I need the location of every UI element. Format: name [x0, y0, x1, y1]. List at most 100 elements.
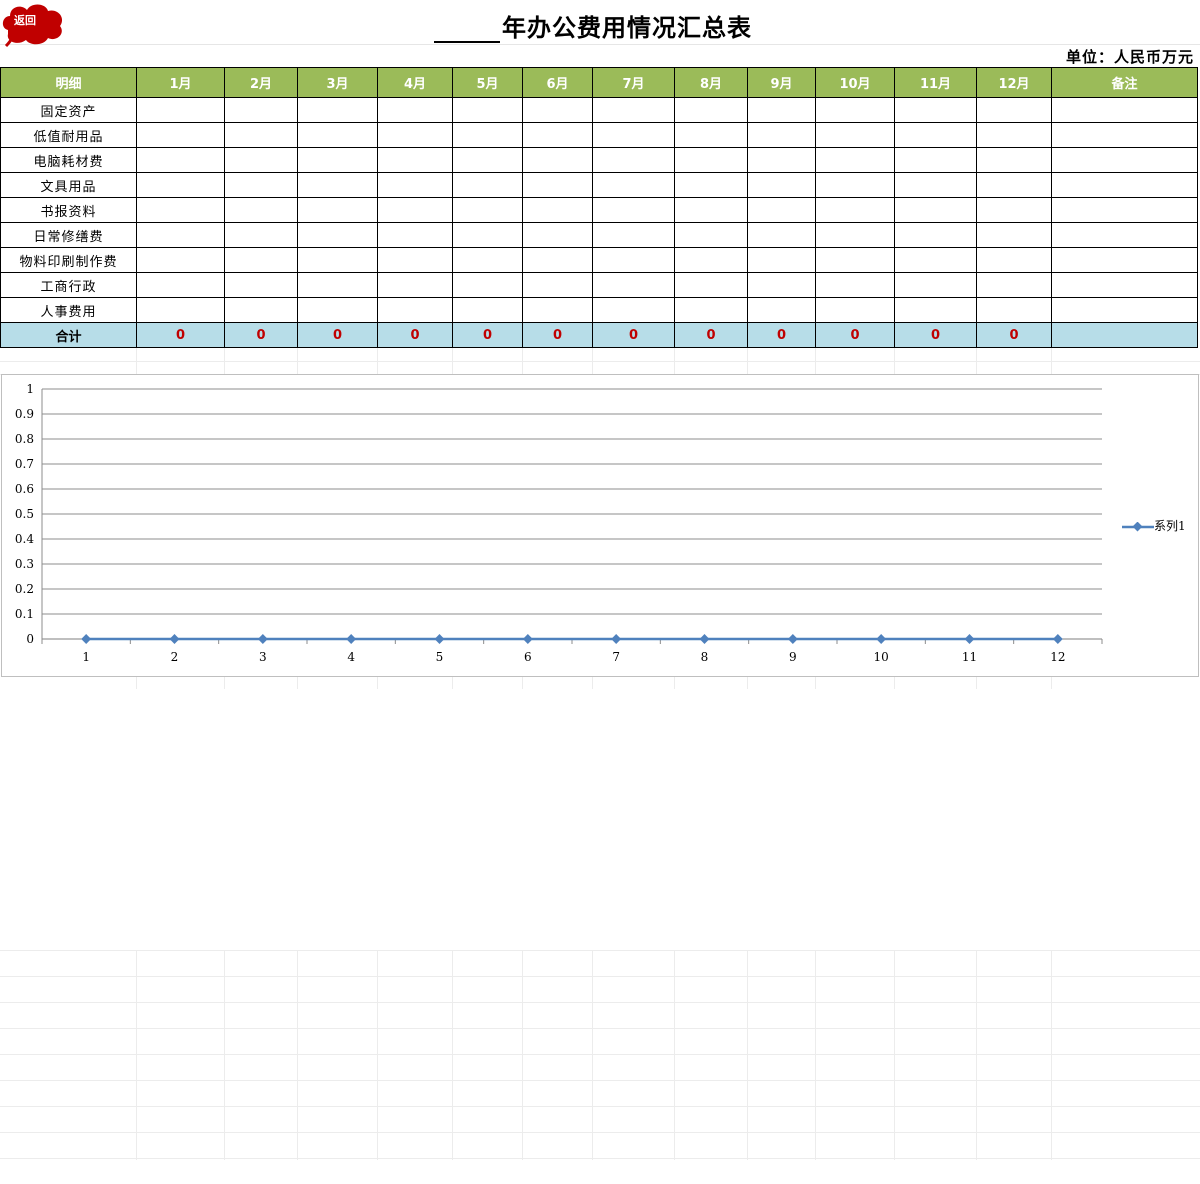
- data-cell[interactable]: [894, 272, 977, 298]
- data-cell[interactable]: [592, 247, 675, 273]
- data-cell[interactable]: [894, 97, 977, 123]
- data-cell[interactable]: [452, 122, 523, 148]
- total-value[interactable]: 0: [522, 322, 593, 348]
- data-cell[interactable]: [747, 97, 816, 123]
- data-cell[interactable]: [976, 197, 1052, 223]
- data-cell[interactable]: [674, 122, 748, 148]
- data-cell[interactable]: [522, 197, 593, 223]
- data-cell[interactable]: [136, 272, 225, 298]
- data-cell[interactable]: [976, 297, 1052, 323]
- data-cell[interactable]: [815, 297, 895, 323]
- total-value[interactable]: 0: [377, 322, 453, 348]
- data-cell[interactable]: [747, 147, 816, 173]
- data-cell[interactable]: [297, 247, 378, 273]
- data-cell[interactable]: [224, 197, 298, 223]
- total-value[interactable]: 0: [674, 322, 748, 348]
- data-cell[interactable]: [815, 147, 895, 173]
- data-cell[interactable]: [592, 122, 675, 148]
- data-cell[interactable]: [452, 197, 523, 223]
- data-cell[interactable]: [377, 197, 453, 223]
- data-cell[interactable]: [297, 147, 378, 173]
- data-cell[interactable]: [1051, 247, 1198, 273]
- data-cell[interactable]: [377, 297, 453, 323]
- total-value[interactable]: 0: [747, 322, 816, 348]
- data-cell[interactable]: [592, 297, 675, 323]
- data-cell[interactable]: [674, 197, 748, 223]
- data-cell[interactable]: [592, 222, 675, 248]
- data-cell[interactable]: [1051, 222, 1198, 248]
- data-cell[interactable]: [674, 272, 748, 298]
- data-cell[interactable]: [452, 272, 523, 298]
- data-cell[interactable]: [377, 247, 453, 273]
- data-cell[interactable]: [815, 172, 895, 198]
- data-cell[interactable]: [522, 272, 593, 298]
- data-cell[interactable]: [224, 272, 298, 298]
- data-cell[interactable]: [522, 122, 593, 148]
- data-cell[interactable]: [224, 222, 298, 248]
- data-cell[interactable]: [452, 297, 523, 323]
- total-value[interactable]: 0: [976, 322, 1052, 348]
- data-cell[interactable]: [452, 222, 523, 248]
- data-cell[interactable]: [522, 247, 593, 273]
- data-cell[interactable]: [452, 97, 523, 123]
- data-cell[interactable]: [894, 197, 977, 223]
- data-cell[interactable]: [297, 272, 378, 298]
- data-cell[interactable]: [747, 222, 816, 248]
- data-cell[interactable]: [224, 172, 298, 198]
- data-cell[interactable]: [452, 172, 523, 198]
- data-cell[interactable]: [592, 147, 675, 173]
- data-cell[interactable]: [815, 272, 895, 298]
- data-cell[interactable]: [297, 297, 378, 323]
- data-cell[interactable]: [522, 147, 593, 173]
- data-cell[interactable]: [1051, 272, 1198, 298]
- total-value[interactable]: 0: [592, 322, 675, 348]
- data-cell[interactable]: [894, 147, 977, 173]
- data-cell[interactable]: [136, 297, 225, 323]
- data-cell[interactable]: [1051, 197, 1198, 223]
- data-cell[interactable]: [747, 122, 816, 148]
- data-cell[interactable]: [1051, 297, 1198, 323]
- data-cell[interactable]: [377, 222, 453, 248]
- data-cell[interactable]: [815, 122, 895, 148]
- data-cell[interactable]: [592, 272, 675, 298]
- data-cell[interactable]: [674, 297, 748, 323]
- data-cell[interactable]: [674, 247, 748, 273]
- data-cell[interactable]: [894, 247, 977, 273]
- data-cell[interactable]: [1051, 97, 1198, 123]
- data-cell[interactable]: [224, 247, 298, 273]
- data-cell[interactable]: [297, 172, 378, 198]
- year-blank[interactable]: [434, 19, 500, 43]
- data-cell[interactable]: [976, 97, 1052, 123]
- data-cell[interactable]: [674, 222, 748, 248]
- data-cell[interactable]: [224, 297, 298, 323]
- data-cell[interactable]: [136, 222, 225, 248]
- data-cell[interactable]: [592, 97, 675, 123]
- total-value[interactable]: 0: [136, 322, 225, 348]
- data-cell[interactable]: [377, 147, 453, 173]
- total-value[interactable]: 0: [224, 322, 298, 348]
- data-cell[interactable]: [522, 172, 593, 198]
- data-cell[interactable]: [1051, 122, 1198, 148]
- data-cell[interactable]: [747, 247, 816, 273]
- data-cell[interactable]: [224, 97, 298, 123]
- data-cell[interactable]: [674, 97, 748, 123]
- data-cell[interactable]: [976, 272, 1052, 298]
- data-cell[interactable]: [674, 172, 748, 198]
- data-cell[interactable]: [136, 122, 225, 148]
- data-cell[interactable]: [592, 172, 675, 198]
- data-cell[interactable]: [522, 222, 593, 248]
- data-cell[interactable]: [452, 147, 523, 173]
- data-cell[interactable]: [747, 297, 816, 323]
- total-value[interactable]: 0: [894, 322, 977, 348]
- data-cell[interactable]: [976, 247, 1052, 273]
- data-cell[interactable]: [815, 247, 895, 273]
- data-cell[interactable]: [297, 122, 378, 148]
- total-value[interactable]: 0: [452, 322, 523, 348]
- data-cell[interactable]: [1051, 147, 1198, 173]
- data-cell[interactable]: [592, 197, 675, 223]
- data-cell[interactable]: [522, 297, 593, 323]
- total-value[interactable]: 0: [815, 322, 895, 348]
- data-cell[interactable]: [224, 122, 298, 148]
- data-cell[interactable]: [894, 122, 977, 148]
- data-cell[interactable]: [297, 197, 378, 223]
